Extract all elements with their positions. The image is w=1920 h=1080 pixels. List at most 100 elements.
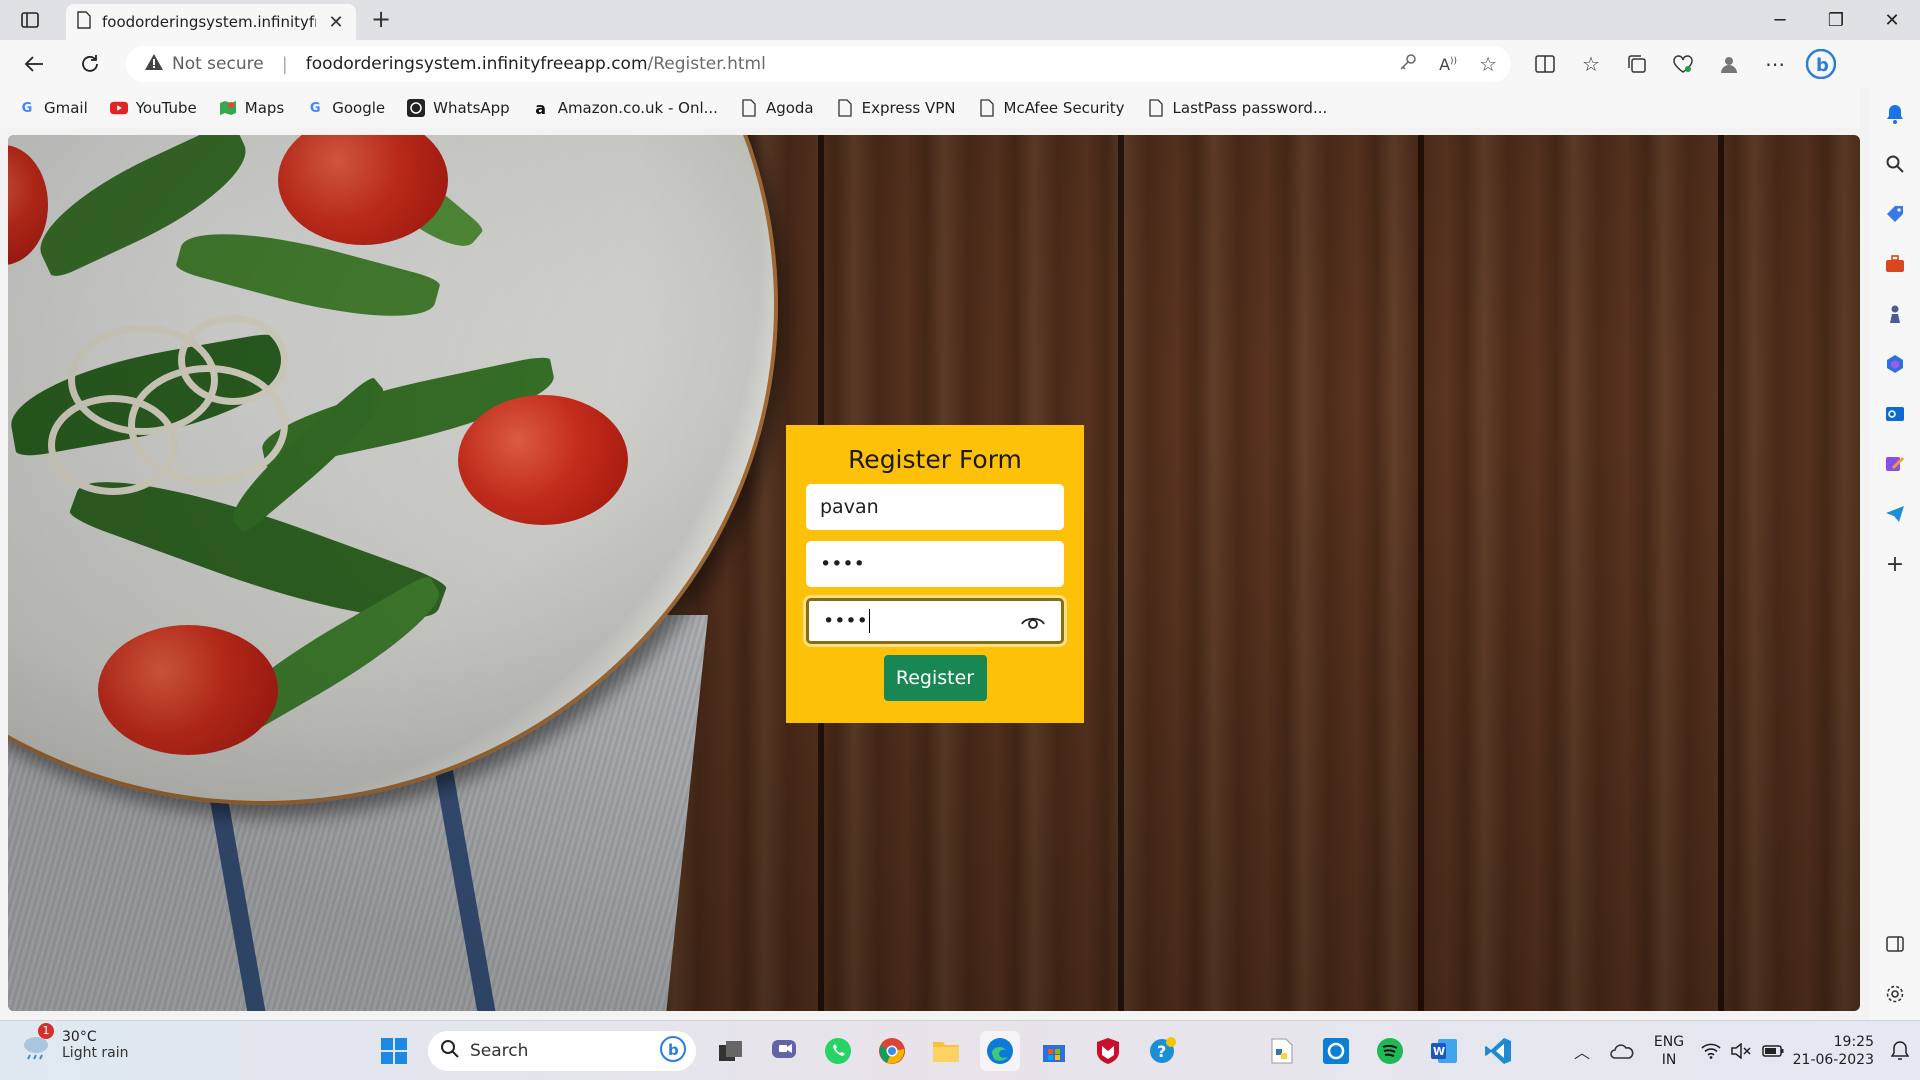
favorite-label: WhatsApp — [433, 99, 510, 117]
favorite-star-icon[interactable]: ☆ — [1479, 52, 1497, 76]
file-explorer-icon[interactable] — [926, 1031, 966, 1071]
word-icon[interactable]: W — [1424, 1031, 1464, 1071]
search-placeholder: Search — [470, 1041, 529, 1061]
clock[interactable]: 19:25 21-06-2023 — [1790, 1033, 1880, 1069]
browser-tab[interactable]: foodorderingsystem.infinityfreeapp.com ✕ — [66, 4, 356, 40]
games-chess-icon[interactable] — [1879, 298, 1911, 330]
taskbar-search[interactable]: Search b — [428, 1031, 696, 1071]
python-file-icon[interactable] — [1262, 1031, 1302, 1071]
favorites-icon[interactable]: ☆ — [1568, 48, 1614, 80]
page-icon — [978, 99, 996, 117]
favorite-agoda[interactable]: Agoda — [740, 99, 814, 117]
favorite-amazon[interactable]: a Amazon.co.uk - Onl... — [532, 99, 718, 118]
teams-chat-icon[interactable] — [764, 1031, 804, 1071]
favorite-label: Google — [332, 99, 386, 117]
confirm-password-input[interactable]: •••• — [806, 598, 1064, 644]
profile-avatar-icon[interactable] — [1706, 48, 1752, 80]
url-text[interactable]: foodorderingsystem.infinityfreeapp.com/R… — [306, 54, 766, 74]
split-screen-icon[interactable] — [1522, 48, 1568, 80]
search-icon[interactable] — [1879, 148, 1911, 180]
notifications-bell-icon[interactable] — [1879, 98, 1911, 130]
edge-browser-icon[interactable] — [980, 1031, 1020, 1071]
url-path: /Register.html — [647, 54, 766, 74]
volume-muted-icon[interactable] — [1726, 1035, 1756, 1067]
show-password-eye-icon[interactable] — [1021, 613, 1045, 635]
whatsapp-app-icon[interactable] — [818, 1031, 858, 1071]
shopping-tag-icon[interactable] — [1879, 198, 1911, 230]
svg-text:b: b — [1816, 55, 1829, 76]
whatsapp-icon — [407, 99, 426, 117]
outlook-icon[interactable] — [1879, 398, 1911, 430]
edge-sidebar: + — [1870, 40, 1920, 1020]
key-icon[interactable] — [1399, 53, 1417, 75]
language-indicator[interactable]: ENG IN — [1642, 1033, 1696, 1069]
cortana-app-icon[interactable] — [1316, 1031, 1356, 1071]
bing-copilot-icon[interactable]: b — [1798, 48, 1844, 80]
username-value: pavan — [820, 496, 879, 518]
username-input[interactable]: pavan — [806, 484, 1064, 530]
youtube-icon — [109, 99, 128, 117]
get-help-icon[interactable]: ? — [1142, 1031, 1182, 1071]
task-view-icon[interactable] — [711, 1031, 751, 1071]
weather-rain-icon: 1 — [20, 1023, 54, 1061]
restore-icon[interactable]: ❐ — [1808, 0, 1864, 40]
minimize-icon[interactable]: ─ — [1752, 0, 1808, 40]
show-hidden-icons-chevron-icon[interactable]: ︿ — [1562, 1035, 1602, 1067]
windows-start-icon[interactable] — [374, 1031, 414, 1071]
page-icon — [740, 99, 758, 117]
chrome-icon[interactable] — [872, 1031, 912, 1071]
battery-icon[interactable] — [1756, 1035, 1790, 1067]
register-button[interactable]: Register — [883, 655, 987, 701]
vscode-icon[interactable] — [1478, 1031, 1518, 1071]
microsoft-365-icon[interactable] — [1879, 348, 1911, 380]
password-input[interactable]: •••• — [806, 541, 1064, 587]
text-caret — [868, 609, 870, 633]
collections-icon[interactable] — [1614, 48, 1660, 80]
clock-time: 19:25 — [1833, 1034, 1874, 1050]
read-aloud-icon[interactable]: A)) — [1439, 55, 1457, 74]
weather-alert-badge: 1 — [38, 1023, 54, 1039]
notification-center-icon[interactable] — [1880, 1035, 1920, 1067]
tab-actions-icon[interactable] — [14, 6, 46, 34]
weather-widget[interactable]: 1 30°C Light rain — [20, 1023, 129, 1061]
page-icon — [1147, 99, 1165, 117]
favorite-express-vpn[interactable]: Express VPN — [836, 99, 956, 117]
language-region: IN — [1661, 1052, 1677, 1068]
favorite-label: Express VPN — [861, 99, 956, 117]
back-icon[interactable] — [18, 48, 50, 80]
refresh-icon[interactable] — [74, 48, 106, 80]
tools-briefcase-icon[interactable] — [1879, 248, 1911, 280]
more-menu-icon[interactable]: ⋯ — [1752, 48, 1798, 80]
window-controls: ─ ❐ ✕ — [1752, 0, 1920, 40]
spotify-icon[interactable] — [1370, 1031, 1410, 1071]
favorite-whatsapp[interactable]: WhatsApp — [407, 99, 510, 117]
register-form: Register Form pavan •••• •••• Register — [786, 425, 1084, 723]
favorite-label: Gmail — [44, 99, 88, 117]
svg-text:b: b — [668, 1041, 679, 1059]
favorite-label: YouTube — [135, 99, 197, 117]
favorite-lastpass[interactable]: LastPass password... — [1147, 99, 1327, 117]
mcafee-icon[interactable] — [1088, 1031, 1128, 1071]
add-sidebar-app-icon[interactable]: + — [1879, 548, 1911, 580]
favorite-google[interactable]: G Google — [306, 99, 385, 117]
address-bar[interactable]: Not secure | foodorderingsystem.infinity… — [126, 46, 1511, 82]
form-title: Register Form — [848, 445, 1022, 474]
close-window-icon[interactable]: ✕ — [1864, 0, 1920, 40]
close-tab-icon[interactable]: ✕ — [326, 12, 346, 33]
favorite-maps[interactable]: Maps — [219, 99, 284, 117]
onedrive-cloud-icon[interactable] — [1602, 1035, 1642, 1067]
designer-icon[interactable] — [1879, 448, 1911, 480]
favorites-bar: G Gmail YouTube Maps G Google WhatsApp a Am… — [0, 88, 1860, 128]
security-indicator[interactable]: Not secure — [144, 53, 264, 76]
hide-sidebar-icon[interactable] — [1879, 928, 1911, 960]
send-telegram-icon[interactable] — [1879, 498, 1911, 530]
favorite-mcafee[interactable]: McAfee Security — [978, 99, 1125, 117]
browser-essentials-icon[interactable] — [1660, 48, 1706, 80]
favorite-gmail[interactable]: G Gmail — [18, 99, 88, 117]
microsoft-store-icon[interactable] — [1034, 1031, 1074, 1071]
favorite-youtube[interactable]: YouTube — [109, 99, 197, 117]
new-tab-icon[interactable]: + — [366, 6, 396, 34]
password-value: •••• — [820, 553, 865, 575]
settings-gear-icon[interactable] — [1879, 978, 1911, 1010]
wifi-icon[interactable] — [1696, 1035, 1726, 1067]
